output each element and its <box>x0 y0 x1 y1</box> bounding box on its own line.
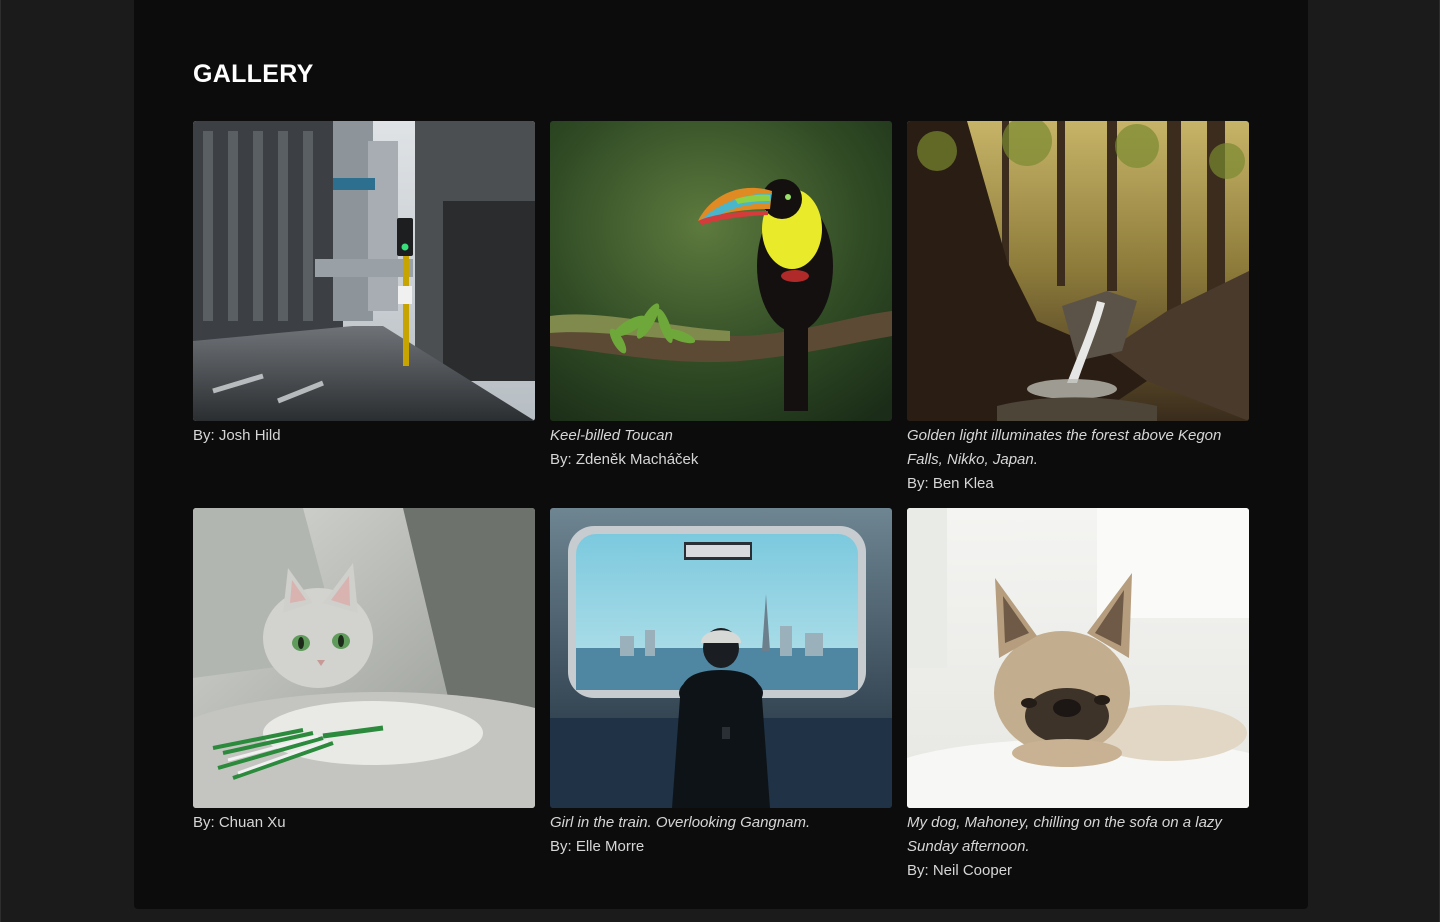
cat-photo[interactable] <box>193 508 535 808</box>
photo-credit: By: Ben Klea <box>907 475 994 492</box>
card-caption: By: Chuan Xu <box>193 811 535 835</box>
gallery-panel: GALLERY By: Josh Hild Keel-billed Toucan… <box>134 0 1308 909</box>
photo-credit: By: Zdeněk Macháček <box>550 451 699 468</box>
city-street-photo[interactable] <box>193 121 535 421</box>
gallery-card[interactable]: By: Chuan Xu <box>193 508 535 877</box>
photo-description: Girl in the train. Overlooking Gangnam. <box>550 814 811 831</box>
photo-credit: By: Josh Hild <box>193 427 281 444</box>
gallery-grid: By: Josh Hild Keel-billed Toucan By: Zde… <box>193 121 1249 879</box>
gallery-card[interactable]: By: Josh Hild <box>193 121 535 490</box>
gallery-card[interactable]: Golden light illuminates the forest abov… <box>907 121 1249 492</box>
photo-credit: By: Elle Morre <box>550 838 645 855</box>
gallery-card[interactable]: Keel-billed Toucan By: Zdeněk Macháček <box>550 121 892 490</box>
card-caption: My dog, Mahoney, chilling on the sofa on… <box>907 811 1249 883</box>
page-title: GALLERY <box>193 60 314 88</box>
card-caption: Keel-billed Toucan By: Zdeněk Macháček <box>550 424 892 472</box>
photo-credit: By: Chuan Xu <box>193 814 286 831</box>
photo-description: Golden light illuminates the forest abov… <box>907 427 1222 468</box>
card-caption: By: Josh Hild <box>193 424 535 448</box>
photo-description: Keel-billed Toucan <box>550 427 673 444</box>
card-caption: Golden light illuminates the forest abov… <box>907 424 1249 496</box>
french-bulldog-photo[interactable] <box>907 508 1249 808</box>
photo-credit: By: Neil Cooper <box>907 862 1013 879</box>
gallery-card[interactable]: My dog, Mahoney, chilling on the sofa on… <box>907 508 1249 879</box>
toucan-photo[interactable] <box>550 121 892 421</box>
gallery-card[interactable]: Girl in the train. Overlooking Gangnam. … <box>550 508 892 877</box>
card-caption: Girl in the train. Overlooking Gangnam. … <box>550 811 892 859</box>
train-window-photo[interactable] <box>550 508 892 808</box>
photo-description: My dog, Mahoney, chilling on the sofa on… <box>907 814 1222 855</box>
waterfall-forest-photo[interactable] <box>907 121 1249 421</box>
